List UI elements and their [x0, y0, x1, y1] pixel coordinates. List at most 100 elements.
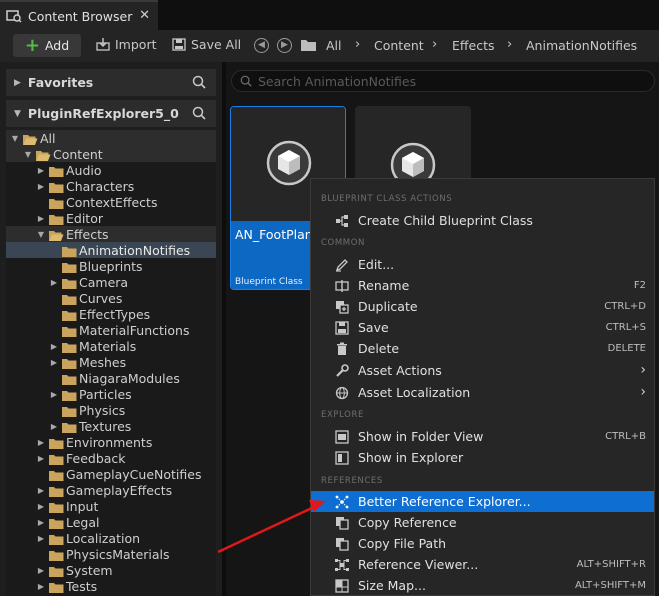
expanded-arrow-icon[interactable]: ▼	[10, 134, 20, 143]
import-button[interactable]: Import	[96, 37, 157, 52]
menu-copy-reference[interactable]: Copy Reference	[311, 512, 654, 533]
menu-reference-viewer[interactable]: Reference Viewer... ALT+SHIFT+R	[311, 554, 654, 575]
collapsed-arrow-icon[interactable]: ▶	[36, 486, 46, 495]
project-header[interactable]: ▼ PluginRefExplorer5_0	[6, 100, 216, 127]
collapsed-arrow-icon[interactable]: ▶	[36, 182, 46, 191]
close-icon[interactable]: ✕	[139, 8, 150, 23]
menu-size-map[interactable]: Size Map... ALT+SHIFT+M	[311, 575, 654, 596]
tree-item-physics[interactable]: Physics	[6, 402, 216, 418]
tree-item-gameplaycuenotifies[interactable]: GameplayCueNotifies	[6, 466, 216, 482]
tree-item-all[interactable]: ▼ All	[6, 130, 216, 146]
expanded-arrow-icon[interactable]: ▼	[23, 150, 33, 159]
tree-item-legal[interactable]: ▶ Legal	[6, 514, 216, 530]
collapsed-arrow-icon[interactable]: ▶	[49, 422, 59, 431]
tree-item-physicsmaterials[interactable]: PhysicsMaterials	[6, 546, 216, 562]
menu-asset-actions[interactable]: Asset Actions ›	[311, 360, 654, 381]
menu-delete[interactable]: Delete DELETE	[311, 338, 654, 359]
open-folder-icon	[23, 133, 38, 145]
tree-item-label: GameplayCueNotifies	[66, 466, 202, 482]
menu-copy-file-path[interactable]: Copy File Path	[311, 533, 654, 554]
menu-label: Show in Explorer	[358, 450, 464, 465]
tree-item-effecttypes[interactable]: EffectTypes	[6, 306, 216, 322]
menu-create-child-blueprint[interactable]: Create Child Blueprint Class	[311, 210, 654, 231]
save-all-button[interactable]: Save All	[172, 37, 241, 52]
collapsed-arrow-icon[interactable]: ▶	[36, 566, 46, 575]
collapsed-arrow-icon[interactable]: ▶	[49, 390, 59, 399]
collapsed-arrow-icon[interactable]: ▶	[36, 518, 46, 527]
menu-label: Copy Reference	[358, 515, 457, 530]
folder-icon	[49, 549, 64, 561]
tree-item-input[interactable]: ▶ Input	[6, 498, 216, 514]
tab-content-browser[interactable]: Content Browser ✕	[0, 0, 158, 30]
collapsed-arrow-icon[interactable]: ▶	[49, 278, 59, 287]
menu-rename[interactable]: Rename F2	[311, 275, 654, 296]
collapsed-arrow-icon[interactable]: ▶	[36, 438, 46, 447]
add-button[interactable]: + Add	[13, 34, 81, 57]
menu-better-reference-explorer[interactable]: Better Reference Explorer...	[311, 491, 654, 512]
tree-item-textures[interactable]: ▶ Textures	[6, 418, 216, 434]
tree-item-materialfunctions[interactable]: MaterialFunctions	[6, 322, 216, 338]
wrench-icon	[335, 364, 349, 378]
tree-item-curves[interactable]: Curves	[6, 290, 216, 306]
tree-item-materials[interactable]: ▶ Materials	[6, 338, 216, 354]
forward-icon[interactable]: ▶	[277, 38, 292, 53]
menu-label: Asset Actions	[358, 363, 442, 378]
tree-item-editor[interactable]: ▶ Editor	[6, 210, 216, 226]
folder-icon	[62, 421, 77, 433]
breadcrumb-content[interactable]: Content	[374, 38, 424, 53]
collapsed-arrow-icon[interactable]: ▶	[49, 342, 59, 351]
tree-item-blueprints[interactable]: Blueprints	[6, 258, 216, 274]
menu-show-in-folder-view[interactable]: Show in Folder View CTRL+B	[311, 426, 654, 447]
collapsed-arrow-icon[interactable]: ▶	[49, 358, 59, 367]
menu-show-in-explorer[interactable]: Show in Explorer	[311, 447, 654, 468]
tab-bar: Content Browser ✕	[0, 0, 659, 30]
breadcrumb-all[interactable]: All	[326, 38, 342, 53]
search-icon[interactable]	[192, 106, 206, 120]
tree-item-camera[interactable]: ▶ Camera	[6, 274, 216, 290]
tree-item-feedback[interactable]: ▶ Feedback	[6, 450, 216, 466]
open-folder-icon	[49, 229, 64, 241]
tree-item-label: MaterialFunctions	[79, 322, 190, 338]
collapsed-arrow-icon[interactable]: ▶	[36, 534, 46, 543]
tree-item-effects[interactable]: ▼ Effects	[6, 226, 216, 242]
menu-duplicate[interactable]: Duplicate CTRL+D	[311, 296, 654, 317]
breadcrumb-separator: ›	[355, 37, 361, 52]
search-icon[interactable]	[192, 75, 206, 89]
collapsed-arrow-icon[interactable]: ▶	[36, 166, 46, 175]
back-icon[interactable]: ◀	[254, 38, 269, 53]
tree-item-content[interactable]: ▼ Content	[6, 146, 216, 162]
menu-label: Delete	[358, 341, 400, 356]
favorites-header[interactable]: ▶ Favorites	[6, 69, 216, 96]
tree-item-localization[interactable]: ▶ Localization	[6, 530, 216, 546]
tree-item-label: Localization	[66, 530, 141, 546]
collapsed-arrow-icon[interactable]: ▶	[36, 582, 46, 591]
menu-edit[interactable]: Edit...	[311, 254, 654, 275]
tree-item-animationnotifies[interactable]: AnimationNotifies	[6, 242, 216, 258]
menu-label: Asset Localization	[358, 385, 471, 400]
tree-item-particles[interactable]: ▶ Particles	[6, 386, 216, 402]
folder-icon	[49, 181, 64, 193]
tree-item-meshes[interactable]: ▶ Meshes	[6, 354, 216, 370]
tree-item-contexteffects[interactable]: ContextEffects	[6, 194, 216, 210]
breadcrumb-effects[interactable]: Effects	[452, 38, 495, 53]
tree-item-label: AnimationNotifies	[79, 242, 191, 258]
menu-save[interactable]: Save CTRL+S	[311, 317, 654, 338]
expanded-arrow-icon[interactable]: ▼	[36, 230, 46, 239]
tree-item-tests[interactable]: ▶ Tests	[6, 578, 216, 594]
menu-asset-localization[interactable]: Asset Localization ›	[311, 382, 654, 403]
tree-item-niagaramodules[interactable]: NiagaraModules	[6, 370, 216, 386]
collapsed-arrow-icon[interactable]: ▶	[36, 214, 46, 223]
tree-item-gameplayeffects[interactable]: ▶ GameplayEffects	[6, 482, 216, 498]
tree-item-audio[interactable]: ▶ Audio	[6, 162, 216, 178]
context-menu: BLUEPRINT CLASS ACTIONS Create Child Blu…	[310, 178, 655, 596]
menu-label: Edit...	[358, 257, 395, 272]
tree-item-system[interactable]: ▶ System	[6, 562, 216, 578]
breadcrumb-animationnotifies[interactable]: AnimationNotifies	[526, 38, 637, 53]
tree-item-environments[interactable]: ▶ Environments	[6, 434, 216, 450]
menu-shortcut: CTRL+S	[605, 322, 646, 333]
tree-item-label: Physics	[79, 402, 126, 418]
collapsed-arrow-icon[interactable]: ▶	[36, 454, 46, 463]
tree-item-characters[interactable]: ▶ Characters	[6, 178, 216, 194]
search-input[interactable]: Search AnimationNotifies	[231, 70, 655, 92]
collapsed-arrow-icon[interactable]: ▶	[36, 502, 46, 511]
